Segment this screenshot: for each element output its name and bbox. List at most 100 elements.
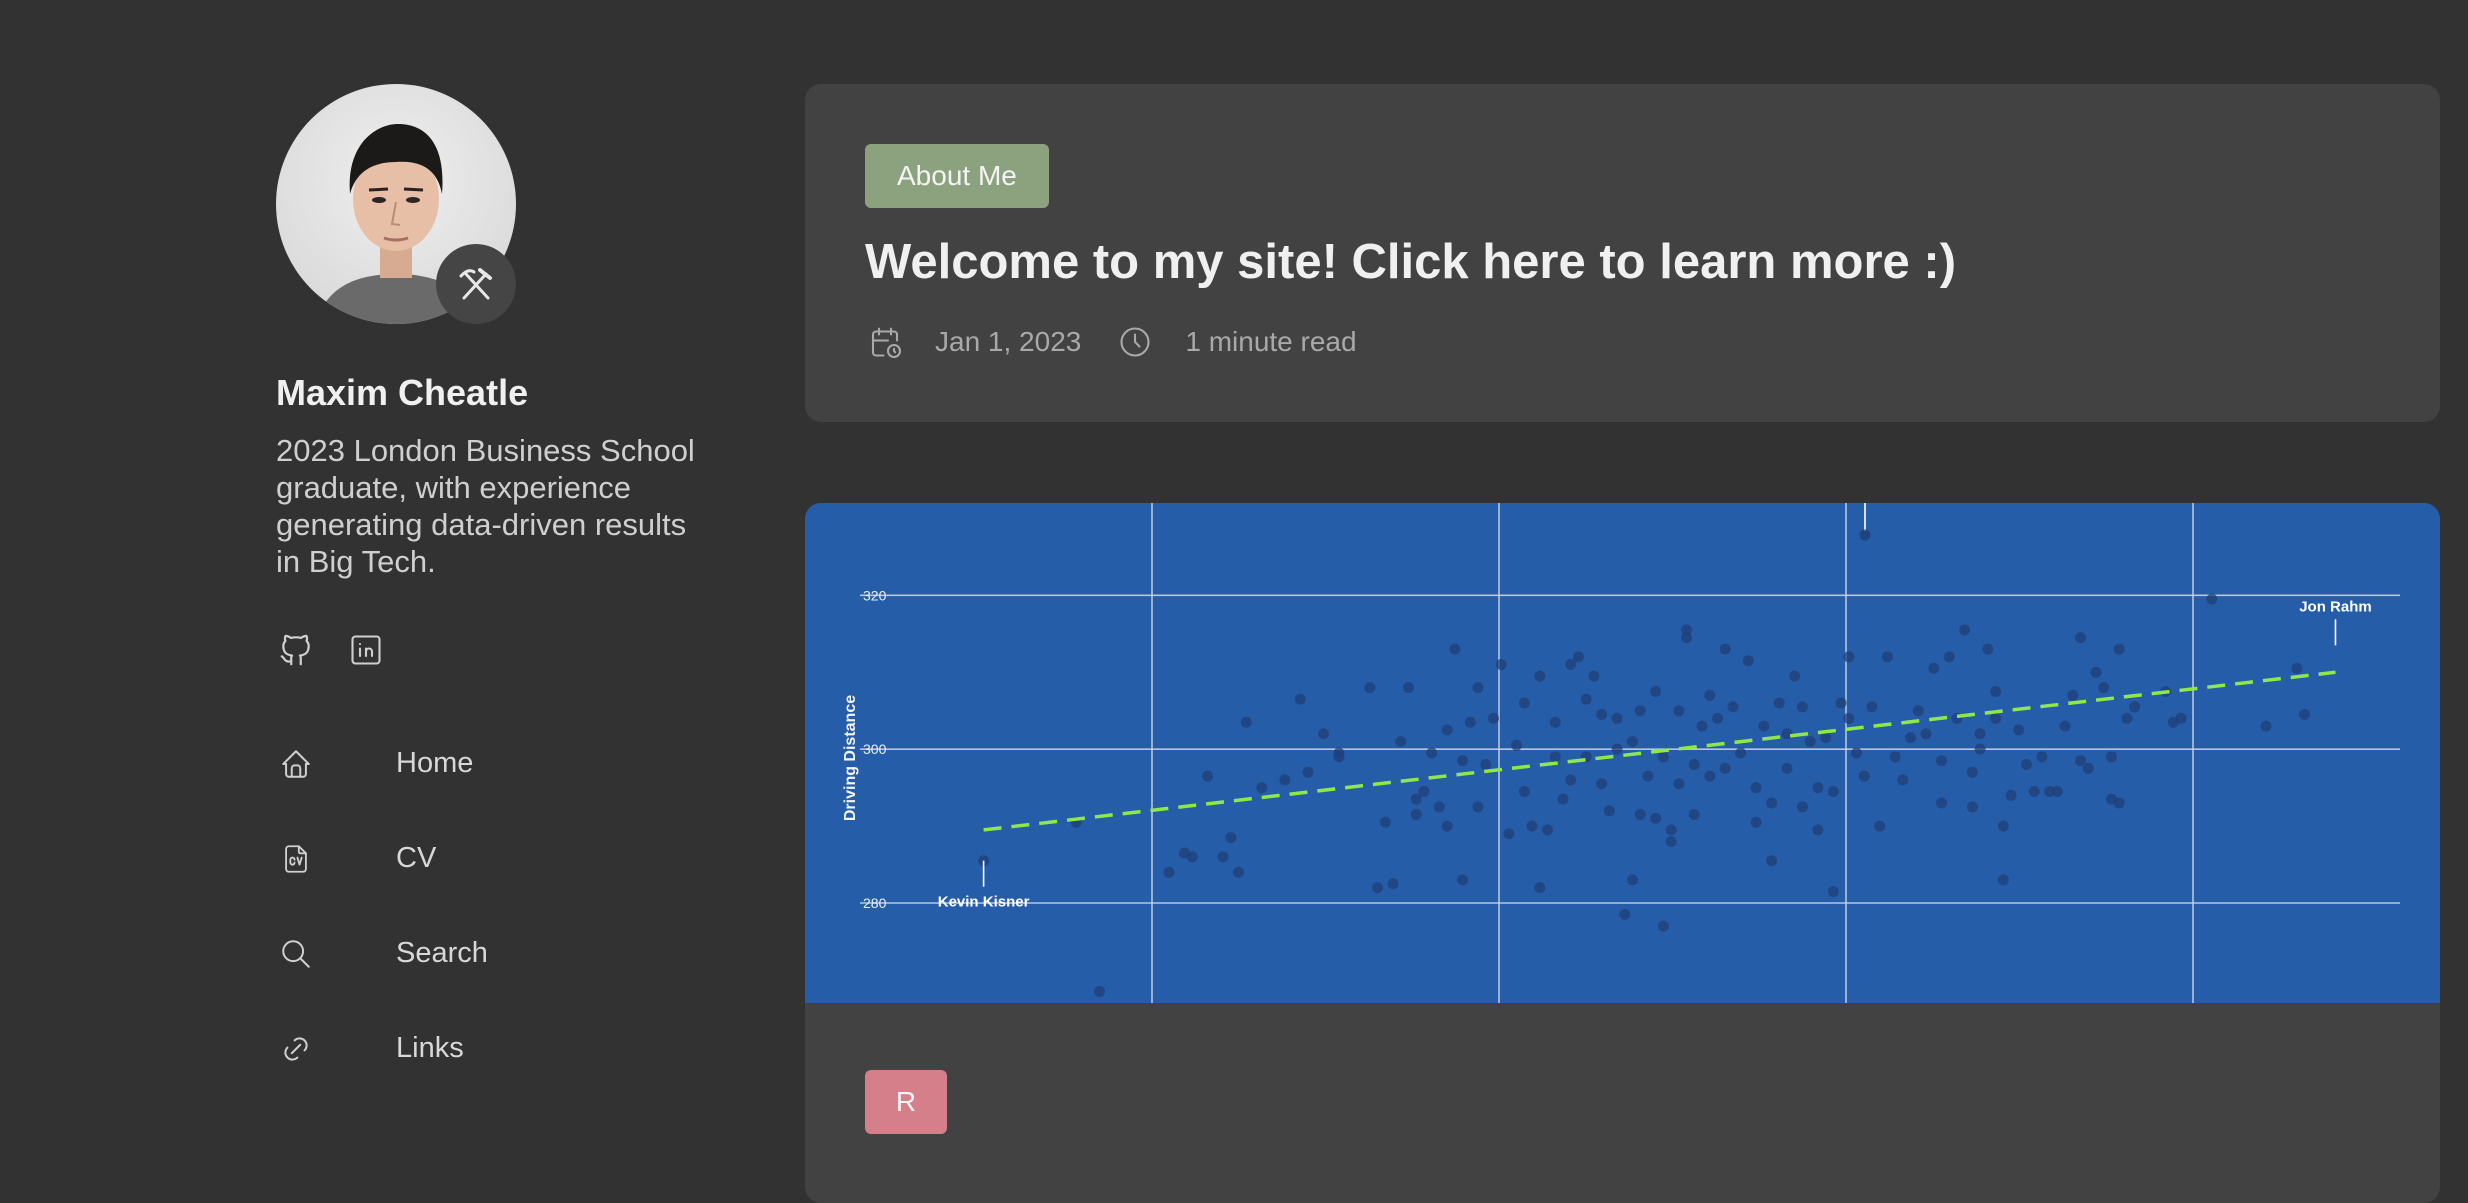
data-point bbox=[2090, 666, 2102, 678]
data-point bbox=[1240, 716, 1252, 728]
nav-item-search[interactable]: Search bbox=[276, 906, 716, 1001]
data-point bbox=[1627, 735, 1638, 747]
post-title[interactable]: Welcome to my site! Click here to learn … bbox=[865, 234, 1956, 290]
calendar-icon bbox=[865, 322, 905, 362]
category-tag-r[interactable]: R bbox=[865, 1070, 947, 1134]
avatar-wrapper bbox=[276, 84, 516, 324]
data-point bbox=[1418, 785, 1430, 797]
nav-item-home[interactable]: Home bbox=[276, 716, 716, 811]
data-point bbox=[1279, 774, 1291, 786]
data-point bbox=[1534, 882, 1546, 894]
data-point bbox=[1881, 651, 1893, 663]
data-point bbox=[1387, 878, 1399, 890]
trend-line bbox=[983, 670, 2336, 832]
data-point bbox=[1202, 770, 1214, 782]
data-point bbox=[1534, 670, 1546, 682]
data-point bbox=[1588, 670, 1600, 682]
data-point bbox=[1441, 724, 1453, 736]
data-point bbox=[1781, 728, 1793, 740]
data-point bbox=[1565, 774, 1577, 786]
nav-item-cv[interactable]: CV bbox=[276, 811, 716, 906]
data-point bbox=[1657, 751, 1669, 763]
category-tag[interactable]: About Me bbox=[865, 144, 1049, 208]
data-point bbox=[1603, 805, 1615, 817]
data-point bbox=[1704, 689, 1716, 701]
data-point bbox=[1634, 705, 1646, 717]
github-link[interactable] bbox=[276, 630, 316, 670]
data-point bbox=[1518, 785, 1530, 797]
y-tick-label-1: 300 bbox=[863, 741, 887, 757]
data-point bbox=[1627, 874, 1638, 886]
data-point bbox=[1557, 793, 1569, 805]
data-point bbox=[1812, 824, 1824, 836]
data-point bbox=[1990, 685, 2002, 697]
data-point bbox=[1472, 682, 1484, 694]
cv-file-icon bbox=[276, 839, 316, 879]
sidebar-nav: Home CV Search Links bbox=[276, 716, 716, 1096]
data-point bbox=[1225, 832, 1237, 844]
data-point bbox=[1997, 874, 2009, 886]
data-point bbox=[1804, 735, 1816, 747]
data-point bbox=[2260, 720, 2272, 732]
post-card-r[interactable]: 280 300 320 Driving Distance Kevin Kisner Jon… bbox=[805, 503, 2440, 1203]
nav-item-links[interactable]: Links bbox=[276, 1001, 716, 1096]
data-point bbox=[1503, 828, 1515, 840]
data-point bbox=[1920, 728, 1932, 740]
data-point bbox=[1650, 812, 1662, 824]
data-point bbox=[1858, 770, 1870, 782]
annotation-label-0: Kevin Kisner bbox=[938, 894, 1030, 911]
data-point bbox=[1511, 739, 1523, 751]
data-point bbox=[2036, 751, 2048, 763]
data-point bbox=[1665, 835, 1677, 847]
data-point bbox=[1487, 712, 1499, 724]
data-point bbox=[1472, 801, 1484, 813]
data-point bbox=[1619, 909, 1631, 921]
data-point bbox=[1665, 824, 1677, 836]
data-point bbox=[1457, 874, 1469, 886]
data-point bbox=[2129, 701, 2141, 713]
data-point bbox=[1364, 682, 1376, 694]
data-point bbox=[1843, 712, 1855, 724]
data-point bbox=[2013, 724, 2025, 736]
data-point bbox=[1379, 816, 1391, 828]
data-point bbox=[1851, 747, 1863, 759]
data-point bbox=[1426, 747, 1438, 759]
post-meta: Jan 1, 2023 1 minute read bbox=[865, 322, 1357, 362]
data-point bbox=[1959, 624, 1971, 636]
data-point bbox=[1233, 866, 1245, 878]
y-tick-label-2: 320 bbox=[863, 587, 887, 603]
clock-icon bbox=[1115, 322, 1155, 362]
post-teaser-chart[interactable]: 280 300 320 Driving Distance Kevin Kisner Jon… bbox=[805, 503, 2440, 1003]
data-point bbox=[2028, 785, 2040, 797]
data-point bbox=[2098, 682, 2110, 694]
y-axis-label: Driving Distance bbox=[842, 695, 859, 821]
data-point bbox=[1704, 770, 1716, 782]
data-point bbox=[1936, 755, 1947, 767]
data-point bbox=[2206, 593, 2218, 605]
data-point bbox=[1410, 809, 1422, 821]
data-point bbox=[1990, 712, 2002, 724]
data-point bbox=[1596, 709, 1608, 721]
data-point bbox=[1966, 766, 1978, 778]
nav-label-search: Search bbox=[396, 937, 488, 969]
data-point bbox=[1859, 529, 1871, 541]
data-point bbox=[1650, 685, 1662, 697]
data-point bbox=[1333, 751, 1345, 763]
post-card[interactable]: About Me Welcome to my site! Click here … bbox=[805, 84, 2440, 422]
data-point bbox=[1395, 735, 1407, 747]
data-point bbox=[1318, 728, 1329, 740]
data-point bbox=[1696, 720, 1708, 732]
data-point bbox=[1480, 759, 1492, 771]
data-point bbox=[1688, 809, 1700, 821]
data-point bbox=[1441, 820, 1453, 832]
data-point bbox=[1966, 801, 1978, 813]
linkedin-link[interactable] bbox=[346, 630, 386, 670]
data-point bbox=[1294, 693, 1306, 705]
y-tick-label-0: 280 bbox=[863, 895, 887, 911]
data-point bbox=[1634, 809, 1646, 821]
data-point bbox=[1549, 716, 1561, 728]
data-point bbox=[1889, 751, 1901, 763]
data-point bbox=[1549, 751, 1561, 763]
data-point bbox=[1711, 712, 1723, 724]
data-point bbox=[1912, 705, 1924, 717]
